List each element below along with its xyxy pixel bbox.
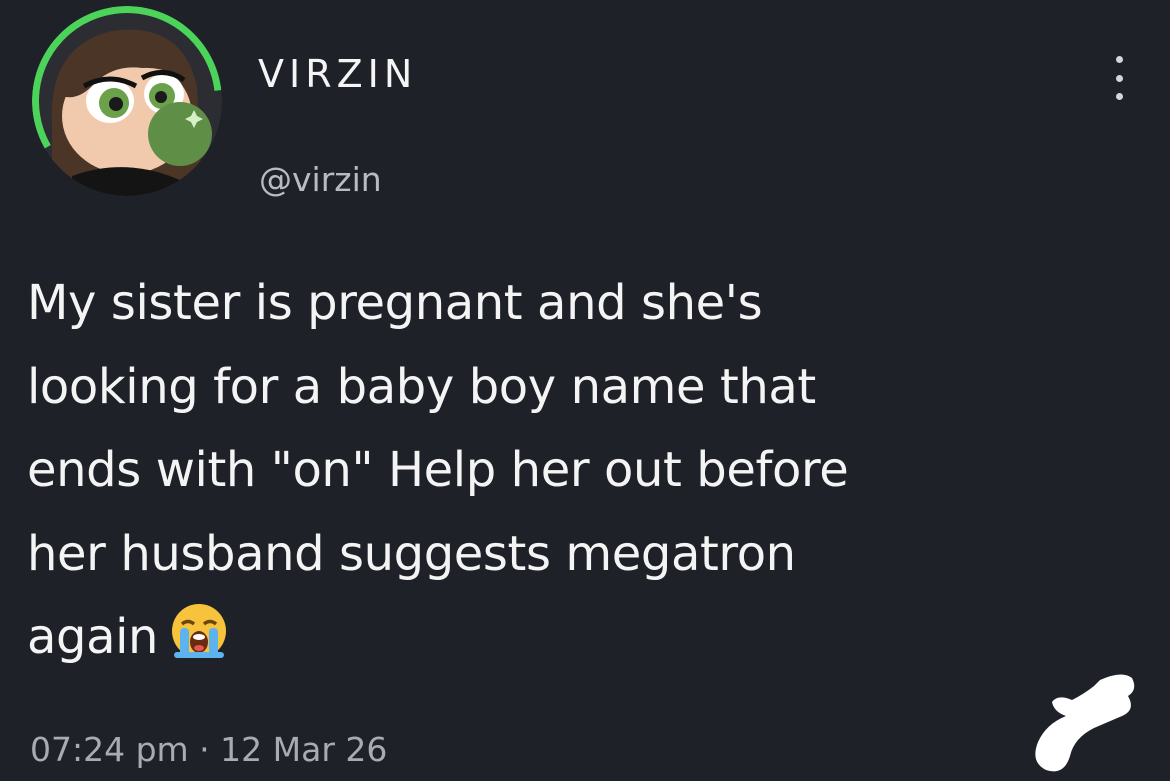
tweet-text-line: ends with "on" Help her out before <box>27 442 849 498</box>
vertical-ellipsis-icon <box>1115 74 1123 82</box>
vertical-ellipsis-icon <box>1115 93 1123 100</box>
more-options-button[interactable] <box>1104 56 1134 100</box>
display-name[interactable]: VIRZIN <box>258 52 417 96</box>
tweet-text: My sister is pregnant and she's looking … <box>27 262 1117 687</box>
white-smudge-graphic <box>1035 674 1135 772</box>
vertical-ellipsis-icon <box>1115 56 1123 63</box>
loudly-crying-face-icon <box>170 602 228 687</box>
tweet-text-last-word: again <box>27 609 159 665</box>
cartoon-avatar-icon <box>32 6 222 196</box>
tweet-text-line-last: again <box>27 596 1117 687</box>
tweet-text-line: her husband suggests megatron <box>27 525 796 582</box>
tweet-timestamp[interactable]: 07:24 pm · 12 Mar 26 <box>30 730 387 769</box>
avatar[interactable] <box>32 6 222 196</box>
tweet-text-line: My sister is pregnant and she's <box>27 275 763 331</box>
tweet-card: VIRZIN @virzin My sister is pregnant and… <box>0 0 1170 781</box>
user-handle[interactable]: @virzin <box>259 160 382 199</box>
tweet-text-line: looking for a baby boy name that <box>27 358 816 415</box>
